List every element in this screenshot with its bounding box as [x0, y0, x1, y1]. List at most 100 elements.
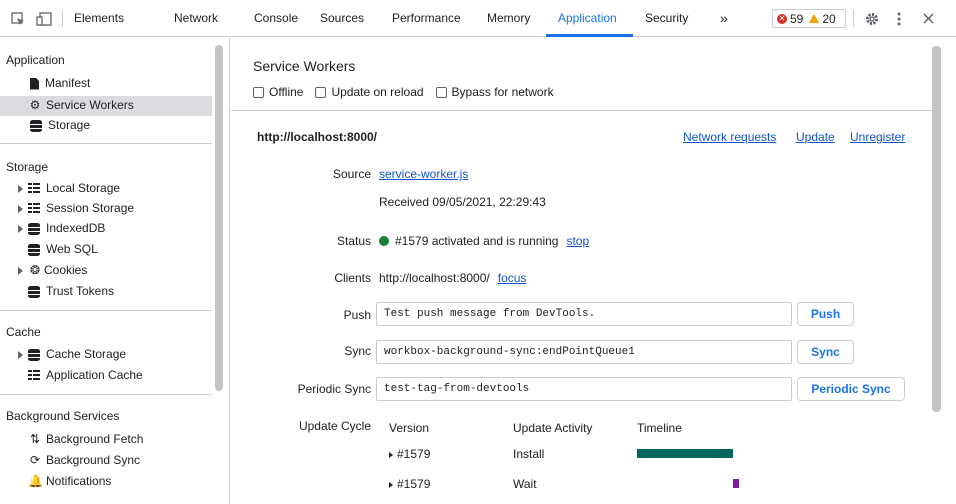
push-label: Push	[343, 308, 371, 322]
database-icon	[28, 222, 40, 235]
uc-row-activity: Wait	[513, 477, 537, 491]
offline-label: Offline	[269, 85, 304, 99]
options-row: Offline Update on reload Bypass for netw…	[253, 85, 566, 99]
source-label: Source	[332, 167, 371, 181]
database-icon	[30, 119, 42, 132]
sidebar-item-trust-tokens[interactable]: Trust Tokens	[28, 282, 114, 301]
sidebar-heading-background-services: Background Services	[6, 409, 120, 423]
settings-gear-icon[interactable]	[862, 0, 882, 37]
sidebar-item-local-storage[interactable]: Local Storage	[18, 179, 120, 198]
sync-label: Sync	[344, 344, 371, 358]
sidebar-item-cookies[interactable]: ❂ Cookies	[18, 261, 87, 280]
worker-origin: http://localhost:8000/	[257, 130, 378, 144]
tab-memory[interactable]: Memory	[487, 0, 530, 37]
push-button[interactable]: Push	[797, 302, 854, 326]
source-file-link[interactable]: service-worker.js	[379, 167, 468, 181]
status-text: #1579 activated and is running	[395, 234, 559, 248]
device-toolbar-icon[interactable]	[34, 0, 54, 37]
sidebar-item-notifications[interactable]: 🔔 Notifications	[28, 472, 111, 491]
sidebar-item-web-sql[interactable]: Web SQL	[28, 240, 98, 259]
sidebar-item-background-fetch[interactable]: ⇅ Background Fetch	[28, 430, 143, 449]
uc-row-activity: Install	[513, 447, 545, 461]
tab-performance[interactable]: Performance	[392, 0, 461, 37]
bypass-for-network-checkbox[interactable]	[435, 86, 447, 98]
sidebar-item-cache-storage[interactable]: Cache Storage	[18, 345, 126, 364]
unregister-link[interactable]: Unregister	[850, 130, 905, 144]
sidebar-item-indexeddb[interactable]: IndexedDB	[18, 219, 105, 238]
update-link[interactable]: Update	[796, 130, 835, 144]
stop-link[interactable]: stop	[566, 234, 589, 248]
database-icon	[28, 348, 40, 361]
warning-count: 20	[822, 11, 836, 26]
expand-arrow-icon	[18, 350, 23, 359]
section-divider	[231, 110, 937, 111]
error-count: 59	[790, 11, 804, 26]
error-icon: ✕	[777, 13, 787, 24]
sidebar-divider	[0, 310, 212, 311]
tab-security[interactable]: Security	[645, 0, 688, 37]
network-requests-link[interactable]: Network requests	[683, 130, 776, 144]
sidebar-scrollbar[interactable]	[215, 45, 223, 391]
uc-header-timeline: Timeline	[637, 421, 682, 435]
inspect-element-icon[interactable]	[8, 0, 28, 37]
install-timeline-bar	[637, 449, 733, 458]
table-icon	[28, 369, 40, 382]
application-sidebar: Application Manifest ⚙ Service Workers St…	[0, 38, 230, 504]
uc-header-version: Version	[389, 421, 430, 435]
offline-checkbox[interactable]	[253, 86, 264, 98]
database-icon	[28, 243, 40, 256]
running-status-icon	[379, 236, 389, 246]
table-icon	[28, 182, 40, 195]
status-value: #1579 activated and is running stop	[379, 234, 589, 248]
tab-sources[interactable]: Sources	[320, 0, 364, 37]
sync-icon: ⟳	[29, 453, 41, 467]
bypass-for-network-label: Bypass for network	[451, 85, 554, 99]
sidebar-item-service-workers[interactable]: ⚙ Service Workers	[28, 96, 134, 115]
table-icon	[28, 202, 40, 215]
active-tab-indicator	[546, 34, 633, 37]
focus-link[interactable]: focus	[498, 271, 527, 285]
uc-row-version[interactable]: #1579	[389, 477, 430, 491]
uc-header-activity: Update Activity	[513, 421, 593, 435]
service-workers-panel: Service Workers Offline Update on reload…	[231, 38, 956, 504]
sidebar-divider	[0, 394, 212, 395]
tab-elements[interactable]: Elements	[74, 0, 124, 37]
sidebar-heading-storage: Storage	[6, 160, 49, 174]
more-options-icon[interactable]	[892, 0, 906, 37]
tab-network[interactable]: Network	[174, 0, 218, 37]
up-down-arrows-icon: ⇅	[29, 432, 41, 446]
sidebar-heading-cache: Cache	[6, 325, 41, 339]
expand-arrow-icon	[389, 482, 393, 488]
more-tabs-button[interactable]: »	[720, 0, 728, 37]
sidebar-item-storage[interactable]: Storage	[30, 116, 90, 135]
main-scrollbar[interactable]	[932, 46, 941, 412]
toolbar-divider	[62, 10, 63, 27]
expand-arrow-icon	[18, 224, 23, 233]
sidebar-divider	[0, 143, 212, 144]
uc-row-version[interactable]: #1579	[389, 447, 430, 461]
sidebar-item-manifest[interactable]: Manifest	[30, 74, 90, 93]
warning-icon	[809, 14, 820, 23]
status-label: Status	[336, 234, 371, 248]
periodic-sync-button[interactable]: Periodic Sync	[797, 377, 905, 401]
tab-console[interactable]: Console	[254, 0, 298, 37]
periodic-sync-label: Periodic Sync	[297, 382, 371, 396]
close-icon[interactable]	[920, 0, 936, 37]
source-value: service-worker.js	[379, 167, 468, 181]
sidebar-item-application-cache[interactable]: Application Cache	[28, 366, 143, 385]
toolbar-divider	[853, 10, 854, 27]
expand-arrow-icon	[18, 184, 23, 193]
update-on-reload-checkbox[interactable]	[315, 86, 327, 98]
sync-input[interactable]: workbox-background-sync:endPointQueue1	[376, 340, 792, 364]
push-input[interactable]: Test push message from DevTools.	[376, 302, 792, 326]
wait-timeline-bar	[733, 479, 739, 488]
bell-icon: 🔔	[28, 474, 43, 488]
document-icon	[30, 77, 39, 90]
expand-arrow-icon	[18, 266, 23, 275]
issues-counter[interactable]: ✕ 59 20	[772, 9, 846, 28]
periodic-sync-input[interactable]: test-tag-from-devtools	[376, 377, 792, 401]
sync-button[interactable]: Sync	[797, 340, 854, 364]
tab-application[interactable]: Application	[558, 0, 617, 37]
sidebar-item-background-sync[interactable]: ⟳ Background Sync	[28, 451, 140, 470]
sidebar-item-session-storage[interactable]: Session Storage	[18, 199, 134, 218]
